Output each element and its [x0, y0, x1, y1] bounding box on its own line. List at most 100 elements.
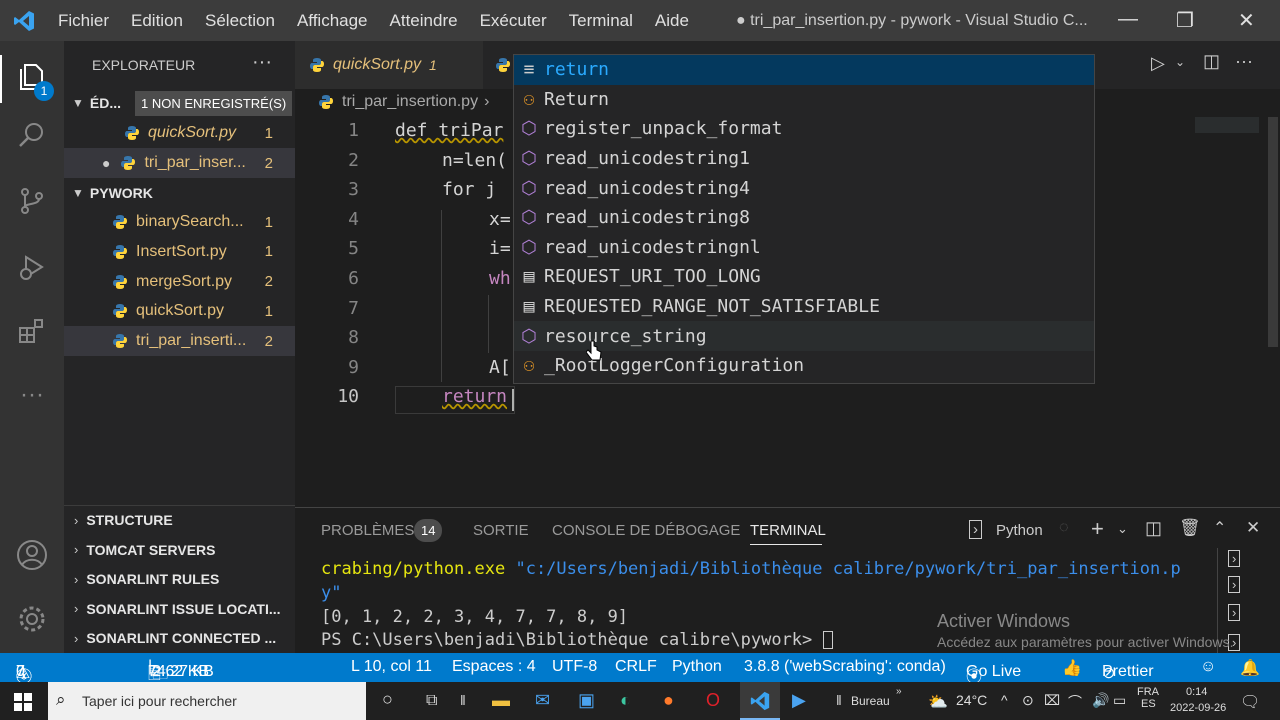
temperature[interactable]: 24°C — [956, 692, 987, 708]
tab-terminal[interactable]: TERMINAL — [750, 522, 826, 539]
terminal-prompt[interactable]: PS C:\Users\benjadi\Bibliothèque calibre… — [321, 630, 833, 650]
menu-6[interactable]: Terminal — [569, 11, 633, 31]
vscode-taskbar-icon[interactable] — [740, 682, 780, 720]
suggestion-item[interactable]: ⬡ register_unpack_format — [514, 114, 1094, 144]
menu-1[interactable]: Edition — [131, 11, 183, 31]
menu-2[interactable]: Sélection — [205, 11, 275, 31]
sidebar-section[interactable]: › TOMCAT SERVERS — [64, 535, 295, 565]
code-line[interactable]: A[ — [489, 357, 511, 378]
suggestion-item[interactable]: ≡ return — [514, 55, 1094, 85]
eol-status[interactable]: CRLF — [615, 658, 657, 676]
encoding-status[interactable]: UTF-8 — [552, 658, 597, 676]
open-editor-item[interactable]: ● tri_par_inser... 2 — [64, 148, 295, 178]
menu-7[interactable]: Aide — [655, 11, 689, 31]
suggestion-item[interactable]: ⬡ read_unicodestringnl — [514, 233, 1094, 263]
code-line[interactable]: x= — [489, 209, 511, 230]
maximize-button[interactable]: ❐ — [1176, 8, 1194, 33]
python-interpreter[interactable]: 3.8.8 ('webScrabing': conda) — [744, 658, 946, 676]
terminal-item-icon[interactable]: › — [1228, 550, 1241, 567]
menu-5[interactable]: Exécuter — [480, 11, 547, 31]
file-item[interactable]: mergeSort.py 2 — [64, 267, 295, 297]
notification-center-icon[interactable]: 🗨 — [1240, 692, 1260, 712]
new-terminal-icon[interactable]: + — [1091, 516, 1104, 542]
maximize-panel-icon[interactable]: ⌃ — [1213, 518, 1226, 538]
cortana-icon[interactable]: ○ — [382, 689, 393, 710]
file-item[interactable]: quickSort.py 1 — [64, 296, 295, 326]
tray-icon[interactable]: ⊙ — [1022, 692, 1034, 709]
suggestion-item[interactable]: ⚇ Return — [514, 85, 1094, 115]
run-chevron-icon[interactable]: ⌄ — [1175, 55, 1185, 69]
opera-icon[interactable]: O — [706, 690, 720, 711]
minimap[interactable] — [1195, 117, 1259, 133]
split-terminal-icon[interactable]: ◫ — [1145, 518, 1162, 539]
edge-icon[interactable]: ◐ — [620, 690, 631, 711]
code-line[interactable]: n=len( — [442, 150, 507, 171]
firefox-icon[interactable]: ● — [663, 690, 674, 711]
terminal-item-icon[interactable]: › — [1228, 576, 1241, 593]
task-view-icon[interactable]: ⧉ — [426, 692, 437, 710]
editor-more-icon[interactable]: ··· — [1235, 51, 1253, 72]
search-icon[interactable] — [14, 117, 50, 153]
close-button[interactable]: ✕ — [1238, 8, 1255, 33]
run-debug-icon[interactable] — [14, 249, 50, 285]
cursor-position[interactable]: L 10, col 11 — [351, 658, 432, 676]
clock-time[interactable]: 0:14 — [1186, 686, 1207, 698]
volume-icon[interactable]: 🔊 — [1092, 692, 1109, 709]
feedback-icon[interactable]: ☺ — [1200, 658, 1216, 676]
file-item[interactable]: tri_par_inserti... 2 — [64, 326, 295, 357]
notifications-bell-icon[interactable]: 🔔 — [1240, 658, 1260, 678]
code-line[interactable]: for j — [442, 179, 496, 200]
clock-date[interactable]: 2022-09-26 — [1170, 702, 1226, 714]
run-python-icon[interactable]: ▷ — [1151, 53, 1165, 74]
code-line[interactable]: def triPar — [395, 120, 503, 141]
file-size-status[interactable]: 🗎 74.27 KB | 🗀 2.62 KB — [148, 658, 214, 683]
open-editors-header[interactable]: ▼ ÉD... 1 NON ENREGISTRÉ(S) — [64, 88, 295, 118]
suggestion-item[interactable]: ⬡ read_unicodestring1 — [514, 144, 1094, 174]
suggestion-item[interactable]: ▤ REQUESTED_RANGE_NOT_SATISFIABLE — [514, 292, 1094, 322]
settings-gear-icon[interactable] — [14, 601, 50, 637]
open-editor-item[interactable]: quickSort.py 1 — [64, 118, 295, 148]
file-explorer-icon[interactable]: ▬ — [492, 690, 510, 711]
terminal-shell-label[interactable]: Python — [996, 522, 1043, 539]
network-icon[interactable]: ⌧ — [1044, 692, 1060, 709]
chevron-down-icon[interactable]: ⌄ — [1117, 521, 1128, 537]
bureau-toolbar[interactable]: Bureau — [851, 694, 890, 708]
code-line[interactable]: return — [442, 386, 507, 407]
sidebar-section[interactable]: › SONARLINT CONNECTED ... — [64, 623, 295, 653]
sidebar-section[interactable]: › SONARLINT RULES — [64, 564, 295, 594]
chevron-icon[interactable]: » — [896, 686, 902, 697]
explorer-icon[interactable]: 1 — [14, 59, 54, 101]
tab-output[interactable]: SORTIE — [473, 522, 529, 539]
tray-chevron-icon[interactable]: ^ — [1001, 692, 1008, 708]
breadcrumb[interactable]: tri_par_insertion.py › — [318, 93, 489, 111]
input-language[interactable]: FRA ES — [1137, 686, 1159, 710]
account-icon[interactable] — [14, 537, 50, 573]
code-line[interactable]: wh — [489, 268, 511, 289]
windows-start-icon[interactable] — [14, 693, 32, 716]
suggestion-item[interactable]: ⬡ read_unicodestring4 — [514, 173, 1094, 203]
menu-4[interactable]: Atteindre — [390, 11, 458, 31]
tab-tri-par-insertion[interactable] — [485, 41, 515, 89]
tab-quicksort[interactable]: quickSort.py 1 — [295, 41, 483, 89]
minimize-button[interactable]: — — [1118, 8, 1138, 31]
suggestion-item[interactable]: ▤ REQUEST_URI_TOO_LONG — [514, 262, 1094, 292]
more-icon[interactable]: ··· — [14, 377, 50, 413]
mail-icon[interactable]: ✉ — [535, 690, 550, 711]
extensions-icon[interactable] — [14, 313, 50, 349]
battery-icon[interactable]: ▭ — [1113, 692, 1126, 709]
thumbs-up-icon[interactable]: 👍 — [1062, 658, 1082, 678]
taskbar-search-box[interactable]: ⌕ Taper ici pour rechercher — [48, 682, 366, 720]
file-item[interactable]: binarySearch... 1 — [64, 207, 295, 237]
menu-0[interactable]: Fichier — [58, 11, 109, 31]
sidebar-section[interactable]: › SONARLINT ISSUE LOCATI... — [64, 594, 295, 624]
tab-debug-console[interactable]: CONSOLE DE DÉBOGAGE — [552, 522, 740, 539]
trash-icon[interactable]: 🗑 — [1179, 518, 1201, 538]
file-item[interactable]: InsertSort.py 1 — [64, 237, 295, 267]
tab-problems[interactable]: PROBLÈMES — [321, 522, 414, 539]
folder-header-pywork[interactable]: ▼ PYWORK — [64, 178, 295, 208]
suggestion-item[interactable]: ⬡ read_unicodestring8 — [514, 203, 1094, 233]
sidebar-more-icon[interactable]: ··· — [252, 51, 272, 74]
store-icon[interactable]: ▣ — [578, 690, 595, 711]
code-line[interactable]: i= — [489, 238, 511, 259]
indentation-status[interactable]: Espaces : 4 — [452, 658, 536, 676]
